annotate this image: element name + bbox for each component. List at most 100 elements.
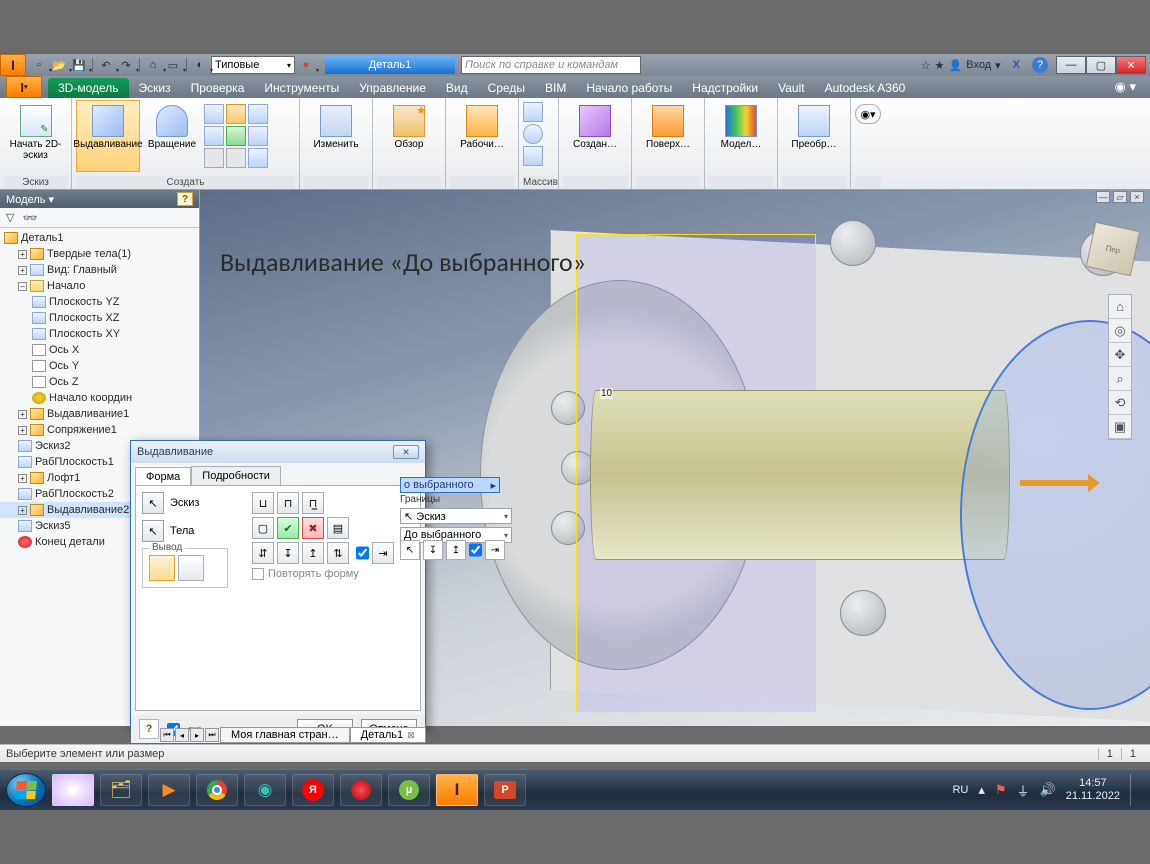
- nav-wheel-icon[interactable]: ◎: [1109, 319, 1131, 343]
- tree-extrude2[interactable]: Выдавливание2: [47, 502, 129, 518]
- taskbar-opera[interactable]: [340, 774, 382, 806]
- taskbar-explorer[interactable]: 🗂: [100, 774, 142, 806]
- select-icon[interactable]: ▭: [164, 57, 182, 73]
- op-cut[interactable]: ⊓: [277, 492, 299, 514]
- extents-popup-value[interactable]: о выбранного▸: [400, 477, 500, 493]
- dir-both[interactable]: ⇵: [252, 542, 274, 564]
- nav-home-icon[interactable]: ⌂: [1109, 295, 1131, 319]
- tray-lang[interactable]: RU: [952, 784, 968, 796]
- start-2d-sketch-button[interactable]: ✎Начать 2D-эскиз: [4, 100, 67, 172]
- op-newbody[interactable]: ▢: [252, 517, 274, 539]
- tree-sketch2[interactable]: Эскиз2: [35, 438, 71, 454]
- tree-root[interactable]: Деталь1: [21, 230, 64, 246]
- expand-icon[interactable]: +: [18, 506, 27, 515]
- tab-a360[interactable]: Autodesk A360: [815, 78, 916, 98]
- import-icon[interactable]: [226, 148, 246, 168]
- tree-plane-xy[interactable]: Плоскость XY: [49, 326, 120, 342]
- surface-button[interactable]: Поверх…: [636, 100, 700, 172]
- save-icon[interactable]: 💾: [70, 57, 88, 73]
- help-icon[interactable]: ?: [1032, 57, 1048, 73]
- vp-minimize[interactable]: —: [1096, 191, 1110, 203]
- expand-icon[interactable]: +: [18, 474, 27, 483]
- explore-button[interactable]: ★Обзор: [377, 100, 441, 172]
- mini-check[interactable]: [469, 540, 482, 560]
- mini-terminator[interactable]: ⇥: [485, 540, 505, 560]
- taskbar-powerpoint[interactable]: P: [484, 774, 526, 806]
- tab-nav-prev[interactable]: ◂: [175, 728, 189, 742]
- taskbar-inventor[interactable]: I: [436, 774, 478, 806]
- convert-button[interactable]: Преобр…: [782, 100, 846, 172]
- terminator-icon[interactable]: ⇥: [372, 542, 394, 564]
- mirror-icon[interactable]: [523, 146, 543, 166]
- tray-up-icon[interactable]: ▴: [978, 782, 985, 798]
- tray-network-icon[interactable]: ⏚: [1017, 781, 1030, 800]
- star-icon[interactable]: ☆: [921, 59, 931, 72]
- collapse-icon[interactable]: –: [18, 282, 27, 291]
- expand-icon[interactable]: ▾: [995, 59, 1001, 72]
- tab-vault[interactable]: Vault: [768, 78, 814, 98]
- tree-loft1[interactable]: Лофт1: [47, 470, 80, 486]
- repeat-check[interactable]: [252, 568, 264, 580]
- create-freeform-button[interactable]: Создан…: [563, 100, 627, 172]
- home-icon[interactable]: ⌂: [144, 57, 162, 73]
- tree-extrude1[interactable]: Выдавливание1: [47, 406, 129, 422]
- dialog-help[interactable]: ?: [139, 719, 159, 739]
- dialog-close[interactable]: ✕: [393, 445, 419, 459]
- show-panels-toggle[interactable]: ◉▾: [855, 104, 881, 124]
- op-extra[interactable]: ▤: [327, 517, 349, 539]
- signin-link[interactable]: Вход: [966, 59, 991, 71]
- work-features-button[interactable]: Рабочи…: [450, 100, 514, 172]
- tab-close-icon[interactable]: ⊠: [407, 730, 415, 741]
- extrude-button[interactable]: Выдавливание: [76, 100, 140, 172]
- min-solution-check[interactable]: [356, 542, 369, 564]
- rect-pattern-icon[interactable]: [523, 102, 543, 122]
- revolve-button[interactable]: Вращение: [142, 100, 202, 172]
- ribbon-overflow[interactable]: ◉ ▾: [1101, 76, 1150, 98]
- doc-tab-part[interactable]: Деталь1⊠: [350, 727, 426, 743]
- nav-lookat-icon[interactable]: ▣: [1109, 415, 1131, 439]
- tree-plane-xz[interactable]: Плоскость XZ: [49, 310, 120, 326]
- vp-close[interactable]: ×: [1130, 191, 1144, 203]
- circ-pattern-icon[interactable]: [523, 124, 543, 144]
- redo-icon[interactable]: ↷: [117, 57, 135, 73]
- tab-3d-model[interactable]: 3D-модель: [48, 78, 129, 98]
- tab-tools[interactable]: Инструменты: [254, 78, 349, 98]
- tree-origin-point[interactable]: Начало координ: [49, 390, 132, 406]
- tree-view-main[interactable]: Вид: Главный: [47, 262, 117, 278]
- op-intersect[interactable]: ⊓̲: [302, 492, 324, 514]
- tab-inspect[interactable]: Проверка: [181, 78, 255, 98]
- tree-origin[interactable]: Начало: [47, 278, 85, 294]
- tray-volume-icon[interactable]: 🔊: [1040, 782, 1056, 798]
- select-profile[interactable]: ↖: [142, 492, 164, 514]
- derive-icon[interactable]: [204, 148, 224, 168]
- tab-sketch[interactable]: Эскиз: [129, 78, 181, 98]
- user-icon[interactable]: 👤: [949, 59, 963, 72]
- dimension-label[interactable]: 10: [600, 388, 613, 399]
- browser-help-icon[interactable]: ?: [177, 192, 193, 206]
- taskbar-edge[interactable]: ◉: [244, 774, 286, 806]
- tree-sketch5[interactable]: Эскиз5: [35, 518, 71, 534]
- dir-2[interactable]: ↥: [302, 542, 324, 564]
- decal-icon[interactable]: [248, 126, 268, 146]
- tab-get-started[interactable]: Начало работы: [576, 78, 682, 98]
- tree-axis-x[interactable]: Ось X: [49, 342, 79, 358]
- nav-orbit-icon[interactable]: ⟲: [1109, 391, 1131, 415]
- tray-clock[interactable]: 14:57 21.11.2022: [1066, 777, 1120, 803]
- op-join[interactable]: ⊔: [252, 492, 274, 514]
- material-icon[interactable]: ◐: [191, 57, 209, 73]
- help-search[interactable]: Поиск по справке и командам: [461, 56, 641, 74]
- mini-select[interactable]: ↖: [400, 540, 420, 560]
- tree-fillet1[interactable]: Сопряжение1: [47, 422, 117, 438]
- rib-icon[interactable]: [226, 126, 246, 146]
- output-solid[interactable]: [149, 555, 175, 581]
- tab-addins[interactable]: Надстройки: [682, 78, 768, 98]
- search-icon[interactable]: 👓: [22, 211, 37, 225]
- tree-plane-yz[interactable]: Плоскость YZ: [49, 294, 120, 310]
- vp-restore[interactable]: ▱: [1113, 191, 1127, 203]
- taskbar-ya[interactable]: Я: [292, 774, 334, 806]
- dir-1[interactable]: ↧: [277, 542, 299, 564]
- nav-pan-icon[interactable]: ✥: [1109, 343, 1131, 367]
- tree-end-of-part[interactable]: Конец детали: [35, 534, 105, 550]
- document-tab-active[interactable]: Деталь1: [325, 56, 455, 74]
- taskbar-utorrent[interactable]: µ: [388, 774, 430, 806]
